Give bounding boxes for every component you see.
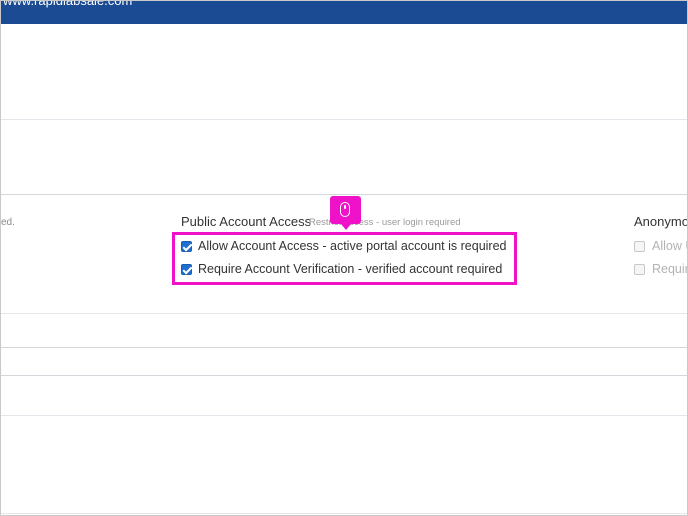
divider	[1, 119, 687, 120]
anonymous-allow-checkbox[interactable]	[634, 240, 645, 252]
top-bar: www.rapidlabsale.com	[1, 0, 687, 24]
anonymous-require-label: Requir	[652, 262, 688, 276]
anonymous-allow-label: Allow U	[652, 239, 687, 253]
page-frame: www.rapidlabsale.com ed. Public Account …	[0, 0, 688, 516]
topbar-url-text: www.rapidlabsale.com	[3, 0, 133, 8]
divider	[1, 415, 687, 416]
divider	[1, 375, 687, 376]
click-highlight-box	[172, 232, 517, 285]
cursor-badge	[330, 196, 361, 230]
anonymous-access-title: Anonymo	[634, 214, 688, 229]
divider	[1, 194, 687, 195]
anonymous-allow-option[interactable]: Allow U	[634, 238, 687, 254]
anonymous-require-option[interactable]: Requir	[634, 261, 688, 277]
divider	[1, 513, 687, 514]
divider	[1, 313, 687, 314]
left-section-hint: ed.	[1, 217, 15, 228]
anonymous-require-checkbox[interactable]	[634, 263, 645, 275]
mouse-icon	[340, 202, 350, 217]
public-account-access-title: Public Account Access	[181, 214, 312, 229]
divider	[1, 347, 687, 348]
